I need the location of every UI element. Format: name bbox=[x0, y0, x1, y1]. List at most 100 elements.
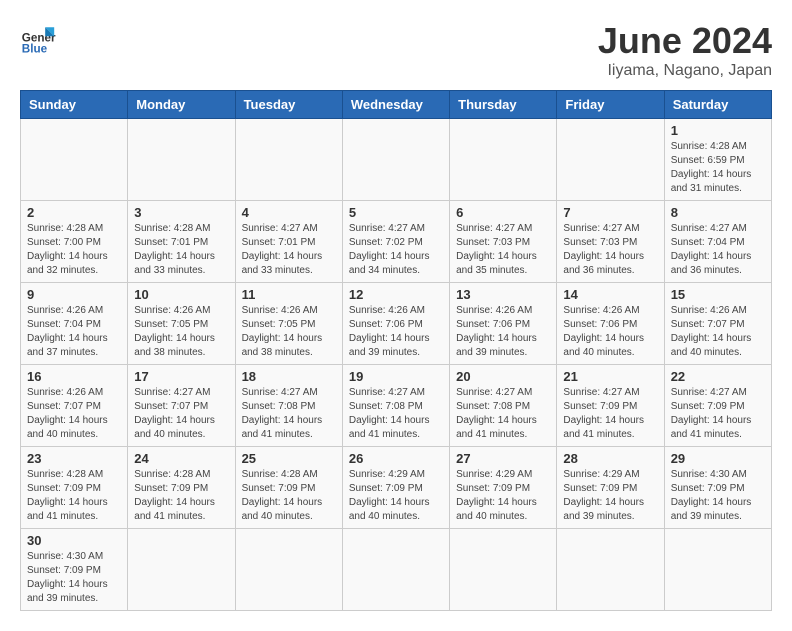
day-info: Sunrise: 4:26 AM Sunset: 7:06 PM Dayligh… bbox=[349, 304, 443, 360]
day-info: Sunrise: 4:30 AM Sunset: 7:09 PM Dayligh… bbox=[27, 550, 121, 606]
calendar-day-cell: 26 Sunrise: 4:29 AM Sunset: 7:09 PM Dayli… bbox=[342, 447, 449, 529]
calendar-day-cell: 7Sunrise: 4:27 AM Sunset: 7:03 PM Daylig… bbox=[557, 201, 664, 283]
calendar-day-cell: 17 Sunrise: 4:27 AM Sunset: 7:07 PM Dayli… bbox=[128, 365, 235, 447]
calendar-day-cell: 13 Sunrise: 4:26 AM Sunset: 7:06 PM Dayli… bbox=[450, 283, 557, 365]
day-info: Sunrise: 4:26 AM Sunset: 7:07 PM Dayligh… bbox=[671, 304, 765, 360]
day-info: Sunrise: 4:27 AM Sunset: 7:02 PM Dayligh… bbox=[349, 222, 443, 278]
calendar-day-cell bbox=[21, 119, 128, 201]
day-number: 30 bbox=[27, 533, 121, 548]
calendar-day-cell: 30 Sunrise: 4:30 AM Sunset: 7:09 PM Dayli… bbox=[21, 529, 128, 611]
calendar-day-cell: 3 Sunrise: 4:28 AM Sunset: 7:01 PM Daylig… bbox=[128, 201, 235, 283]
day-number: 15 bbox=[671, 287, 765, 302]
weekday-header-saturday: Saturday bbox=[664, 91, 771, 119]
day-info: Sunrise: 4:26 AM Sunset: 7:05 PM Dayligh… bbox=[242, 304, 336, 360]
calendar-day-cell: 5 Sunrise: 4:27 AM Sunset: 7:02 PM Daylig… bbox=[342, 201, 449, 283]
calendar-day-cell: 27 Sunrise: 4:29 AM Sunset: 7:09 PM Dayli… bbox=[450, 447, 557, 529]
day-number: 7 bbox=[563, 205, 657, 220]
calendar-day-cell: 2 Sunrise: 4:28 AM Sunset: 7:00 PM Daylig… bbox=[21, 201, 128, 283]
weekday-header-friday: Friday bbox=[557, 91, 664, 119]
weekday-header-thursday: Thursday bbox=[450, 91, 557, 119]
day-number: 14 bbox=[563, 287, 657, 302]
calendar-day-cell bbox=[342, 529, 449, 611]
day-info: Sunrise: 4:29 AM Sunset: 7:09 PM Dayligh… bbox=[563, 468, 657, 524]
day-info: Sunrise: 4:27 AM Sunset: 7:03 PM Dayligh… bbox=[456, 222, 550, 278]
calendar-day-cell: 11Sunrise: 4:26 AM Sunset: 7:05 PM Dayli… bbox=[235, 283, 342, 365]
calendar-day-cell bbox=[128, 119, 235, 201]
day-info: Sunrise: 4:27 AM Sunset: 7:07 PM Dayligh… bbox=[134, 386, 228, 442]
day-number: 22 bbox=[671, 369, 765, 384]
day-info: Sunrise: 4:29 AM Sunset: 7:09 PM Dayligh… bbox=[349, 468, 443, 524]
calendar-day-cell: 23 Sunrise: 4:28 AM Sunset: 7:09 PM Dayli… bbox=[21, 447, 128, 529]
day-info: Sunrise: 4:28 AM Sunset: 7:09 PM Dayligh… bbox=[134, 468, 228, 524]
day-number: 8 bbox=[671, 205, 765, 220]
calendar-day-cell: 28 Sunrise: 4:29 AM Sunset: 7:09 PM Dayli… bbox=[557, 447, 664, 529]
calendar-day-cell bbox=[342, 119, 449, 201]
day-number: 26 bbox=[349, 451, 443, 466]
day-info: Sunrise: 4:27 AM Sunset: 7:08 PM Dayligh… bbox=[349, 386, 443, 442]
day-info: Sunrise: 4:27 AM Sunset: 7:08 PM Dayligh… bbox=[456, 386, 550, 442]
calendar-day-cell: 22 Sunrise: 4:27 AM Sunset: 7:09 PM Dayli… bbox=[664, 365, 771, 447]
day-number: 9 bbox=[27, 287, 121, 302]
day-number: 10 bbox=[134, 287, 228, 302]
calendar-day-cell: 4 Sunrise: 4:27 AM Sunset: 7:01 PM Daylig… bbox=[235, 201, 342, 283]
calendar-week-row: 2 Sunrise: 4:28 AM Sunset: 7:00 PM Daylig… bbox=[21, 201, 772, 283]
day-number: 23 bbox=[27, 451, 121, 466]
calendar-day-cell bbox=[450, 529, 557, 611]
page-header: General Blue June 2024 Iiyama, Nagano, J… bbox=[20, 20, 772, 80]
logo: General Blue bbox=[20, 20, 56, 56]
day-number: 3 bbox=[134, 205, 228, 220]
day-info: Sunrise: 4:26 AM Sunset: 7:04 PM Dayligh… bbox=[27, 304, 121, 360]
day-number: 24 bbox=[134, 451, 228, 466]
day-number: 2 bbox=[27, 205, 121, 220]
calendar-day-cell: 18Sunrise: 4:27 AM Sunset: 7:08 PM Dayli… bbox=[235, 365, 342, 447]
day-info: Sunrise: 4:28 AM Sunset: 7:09 PM Dayligh… bbox=[27, 468, 121, 524]
day-number: 29 bbox=[671, 451, 765, 466]
weekday-header-sunday: Sunday bbox=[21, 91, 128, 119]
calendar-day-cell bbox=[128, 529, 235, 611]
calendar-day-cell: 12Sunrise: 4:26 AM Sunset: 7:06 PM Dayli… bbox=[342, 283, 449, 365]
logo-icon: General Blue bbox=[20, 20, 56, 56]
calendar-week-row: 16Sunrise: 4:26 AM Sunset: 7:07 PM Dayli… bbox=[21, 365, 772, 447]
day-number: 27 bbox=[456, 451, 550, 466]
day-number: 28 bbox=[563, 451, 657, 466]
calendar-day-cell bbox=[557, 119, 664, 201]
day-number: 21 bbox=[563, 369, 657, 384]
day-number: 5 bbox=[349, 205, 443, 220]
calendar-day-cell bbox=[235, 119, 342, 201]
calendar-day-cell: 21 Sunrise: 4:27 AM Sunset: 7:09 PM Dayli… bbox=[557, 365, 664, 447]
weekday-header-tuesday: Tuesday bbox=[235, 91, 342, 119]
day-number: 20 bbox=[456, 369, 550, 384]
day-number: 4 bbox=[242, 205, 336, 220]
calendar-day-cell: 19Sunrise: 4:27 AM Sunset: 7:08 PM Dayli… bbox=[342, 365, 449, 447]
day-info: Sunrise: 4:27 AM Sunset: 7:01 PM Dayligh… bbox=[242, 222, 336, 278]
day-info: Sunrise: 4:28 AM Sunset: 6:59 PM Dayligh… bbox=[671, 140, 765, 196]
calendar-week-row: 1Sunrise: 4:28 AM Sunset: 6:59 PM Daylig… bbox=[21, 119, 772, 201]
calendar-day-cell bbox=[664, 529, 771, 611]
day-number: 13 bbox=[456, 287, 550, 302]
svg-text:Blue: Blue bbox=[22, 42, 48, 55]
day-info: Sunrise: 4:29 AM Sunset: 7:09 PM Dayligh… bbox=[456, 468, 550, 524]
day-info: Sunrise: 4:26 AM Sunset: 7:06 PM Dayligh… bbox=[456, 304, 550, 360]
calendar-day-cell: 10Sunrise: 4:26 AM Sunset: 7:05 PM Dayli… bbox=[128, 283, 235, 365]
day-info: Sunrise: 4:28 AM Sunset: 7:09 PM Dayligh… bbox=[242, 468, 336, 524]
calendar-week-row: 9 Sunrise: 4:26 AM Sunset: 7:04 PM Daylig… bbox=[21, 283, 772, 365]
calendar-day-cell bbox=[557, 529, 664, 611]
calendar-day-cell: 1Sunrise: 4:28 AM Sunset: 6:59 PM Daylig… bbox=[664, 119, 771, 201]
calendar-day-cell bbox=[450, 119, 557, 201]
day-info: Sunrise: 4:27 AM Sunset: 7:09 PM Dayligh… bbox=[563, 386, 657, 442]
calendar-table: SundayMondayTuesdayWednesdayThursdayFrid… bbox=[20, 90, 772, 611]
location: Iiyama, Nagano, Japan bbox=[598, 62, 772, 80]
calendar-week-row: 23 Sunrise: 4:28 AM Sunset: 7:09 PM Dayli… bbox=[21, 447, 772, 529]
day-number: 17 bbox=[134, 369, 228, 384]
day-info: Sunrise: 4:30 AM Sunset: 7:09 PM Dayligh… bbox=[671, 468, 765, 524]
day-info: Sunrise: 4:27 AM Sunset: 7:09 PM Dayligh… bbox=[671, 386, 765, 442]
day-number: 18 bbox=[242, 369, 336, 384]
day-info: Sunrise: 4:28 AM Sunset: 7:01 PM Dayligh… bbox=[134, 222, 228, 278]
weekday-header-monday: Monday bbox=[128, 91, 235, 119]
day-number: 6 bbox=[456, 205, 550, 220]
weekday-header-row: SundayMondayTuesdayWednesdayThursdayFrid… bbox=[21, 91, 772, 119]
calendar-day-cell: 29 Sunrise: 4:30 AM Sunset: 7:09 PM Dayli… bbox=[664, 447, 771, 529]
day-info: Sunrise: 4:28 AM Sunset: 7:00 PM Dayligh… bbox=[27, 222, 121, 278]
title-block: June 2024 Iiyama, Nagano, Japan bbox=[598, 20, 772, 80]
day-number: 25 bbox=[242, 451, 336, 466]
